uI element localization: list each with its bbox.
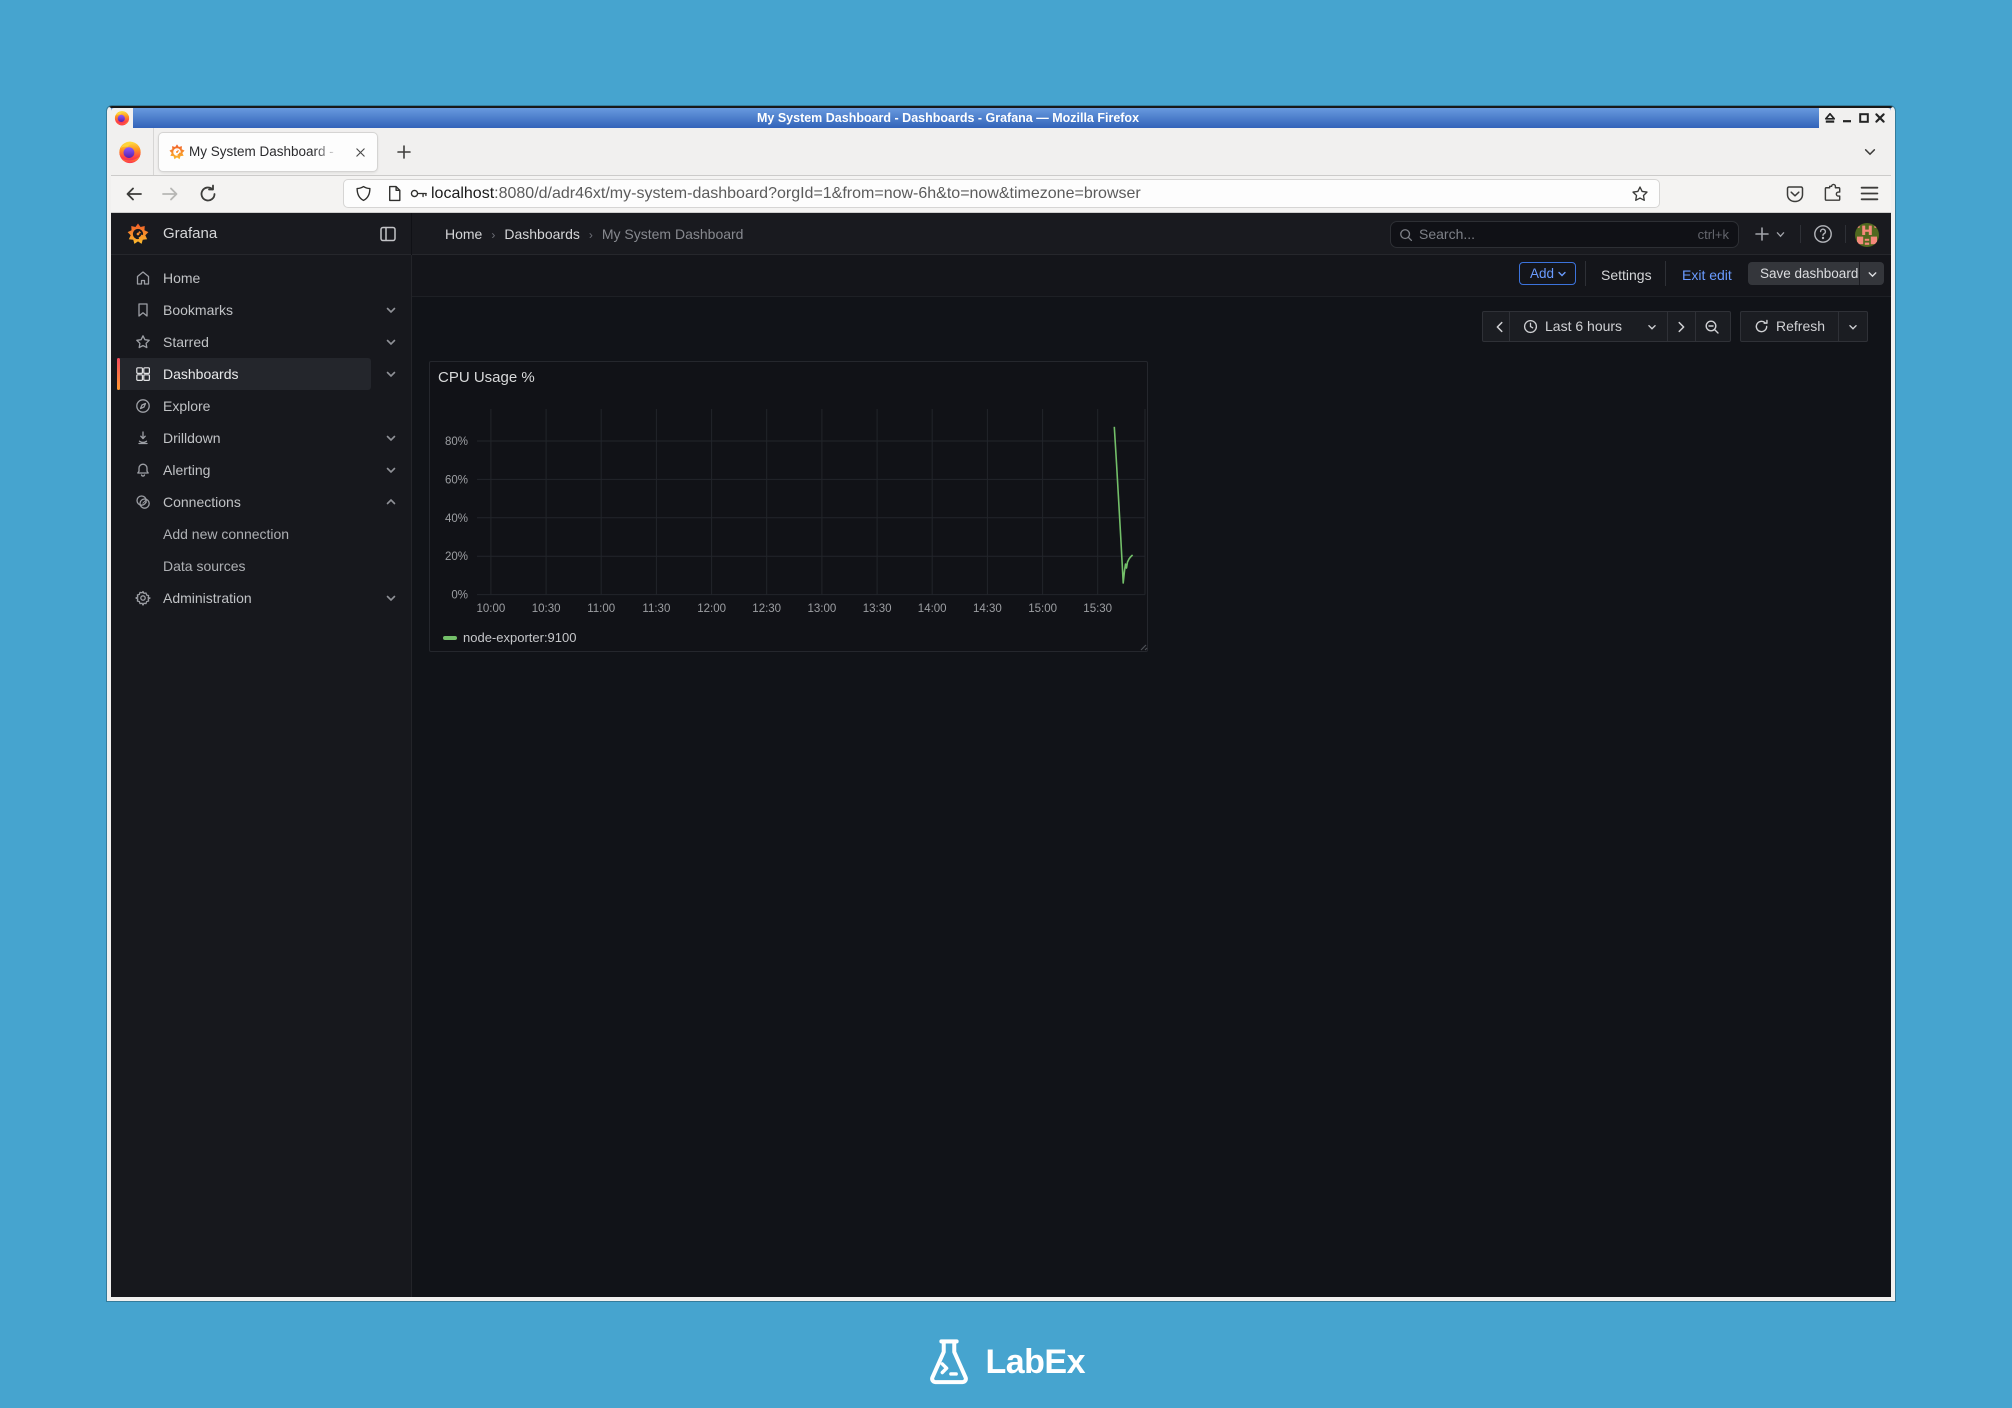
svg-text:13:30: 13:30: [863, 603, 892, 615]
svg-text:11:00: 11:00: [587, 603, 615, 615]
svg-text:11:30: 11:30: [642, 603, 670, 615]
svg-text:14:30: 14:30: [973, 603, 1002, 615]
svg-text:15:00: 15:00: [1028, 603, 1057, 615]
svg-text:0%: 0%: [451, 590, 468, 602]
svg-text:40%: 40%: [445, 513, 468, 525]
svg-text:60%: 60%: [445, 474, 468, 486]
svg-text:80%: 80%: [445, 436, 468, 448]
svg-text:10:30: 10:30: [532, 603, 561, 615]
svg-text:12:00: 12:00: [697, 603, 726, 615]
svg-text:10:00: 10:00: [477, 603, 506, 615]
svg-text:14:00: 14:00: [918, 603, 947, 615]
svg-text:12:30: 12:30: [752, 603, 781, 615]
svg-text:13:00: 13:00: [808, 603, 837, 615]
svg-text:20%: 20%: [445, 551, 468, 563]
svg-text:15:30: 15:30: [1083, 603, 1112, 615]
